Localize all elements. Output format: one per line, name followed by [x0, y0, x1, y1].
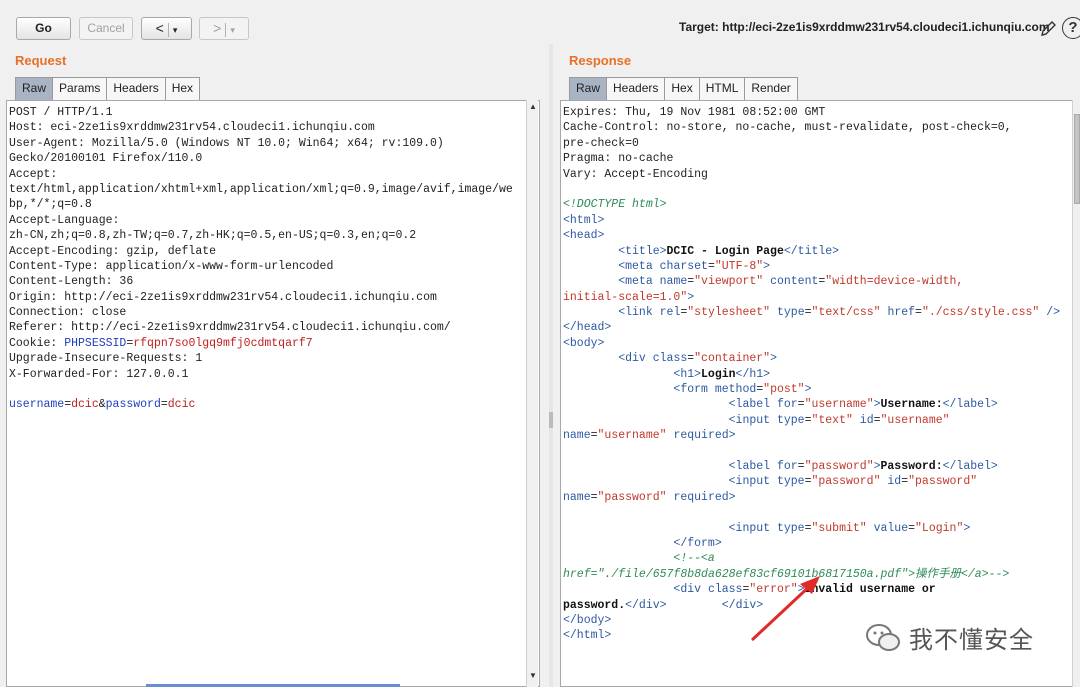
request-line: Accept-Encoding: gzip, deflate [9, 244, 217, 258]
tab-params[interactable]: Params [52, 77, 108, 100]
response-header-line: Vary: Accept-Encoding [563, 167, 708, 181]
request-line: Accept: [9, 167, 58, 181]
watermark-text: 我不懂安全 [909, 626, 1034, 654]
tab-render[interactable]: Render [744, 77, 798, 100]
tab-headers[interactable]: Headers [106, 77, 166, 100]
chevron-right-icon: > [213, 20, 222, 36]
cookie-name: PHPSESSID [64, 336, 127, 350]
tab-headers[interactable]: Headers [606, 77, 666, 100]
request-line: Host: eci-2ze1is9xrddmw231rv54.cloudeci1… [9, 121, 375, 135]
forward-button[interactable]: > ▾ [199, 17, 249, 40]
scroll-up-icon[interactable]: ▲ [528, 102, 538, 114]
request-line [9, 382, 539, 397]
scroll-thumb[interactable] [1074, 114, 1080, 204]
password-label-text: Password: [880, 459, 943, 473]
request-line: Accept-Language: [9, 213, 120, 227]
body-key-username: username [9, 398, 65, 412]
cookie-line: Cookie: PHPSESSID=rfqpn7so0lgq9mfj0cdmtq… [9, 336, 539, 351]
response-tabs: Raw Headers Hex HTML Render [569, 77, 798, 100]
chevron-down-icon: ▾ [172, 25, 178, 35]
annotation-arrow-icon [750, 576, 820, 642]
response-header-line: Expires: Thu, 19 Nov 1981 08:52:00 GMT [563, 106, 826, 119]
comment-link-text: 操作手册 [914, 567, 961, 581]
go-button[interactable]: Go [16, 17, 71, 40]
watermark: 我不懂安全 [865, 620, 1034, 655]
page-title-text: DCIC - Login Page [666, 244, 784, 258]
request-body: username=dcic&password=dcic [9, 398, 196, 412]
request-line: zh-CN,zh;q=0.8,zh-TW;q=0.7,zh-HK;q=0.5,e… [9, 229, 417, 243]
error-text-2: password. [563, 598, 626, 612]
tab-html[interactable]: HTML [698, 77, 746, 100]
tab-raw[interactable]: Raw [15, 77, 54, 100]
request-line: X-Forwarded-For: 127.0.0.1 [9, 367, 189, 381]
response-header-line: pre-check=0 [563, 136, 639, 150]
request-line: Gecko/20100101 Firefox/110.0 [9, 152, 203, 166]
request-line: POST / HTTP/1.1 [9, 106, 113, 119]
response-title: Response [569, 53, 632, 68]
tab-hex[interactable]: Hex [164, 77, 201, 100]
request-line: Content-Length: 36 [9, 275, 134, 289]
request-editor[interactable]: POST / HTTP/1.1 Host: eci-2ze1is9xrddmw2… [6, 100, 540, 687]
cookie-value: rfqpn7so0lgq9mfj0cdmtqarf7 [133, 336, 313, 350]
body-value-username: dcic [71, 398, 99, 412]
response-header-line: Cache-Control: no-store, no-cache, must-… [563, 121, 1012, 135]
cancel-button[interactable]: Cancel [79, 17, 133, 40]
back-button[interactable]: < ▾ [141, 17, 192, 40]
request-line: Content-Type: application/x-www-form-url… [9, 259, 334, 273]
request-line: Origin: http://eci-2ze1is9xrddmw231rv54.… [9, 290, 437, 304]
cookie-prefix: Cookie: [9, 336, 65, 350]
request-line: Upgrade-Insecure-Requests: 1 [9, 352, 203, 366]
help-icon[interactable]: ? [1062, 17, 1080, 39]
doctype-line: <!DOCTYPE html> [563, 198, 667, 212]
submit-value: Login [921, 521, 957, 535]
tab-hex[interactable]: Hex [664, 77, 700, 100]
h1-text: Login [701, 367, 736, 381]
chevron-down-icon: ▾ [230, 25, 235, 35]
response-scrollbar[interactable] [1072, 100, 1080, 687]
tab-raw[interactable]: Raw [569, 77, 608, 100]
request-tabs: Raw Params Headers Hex [15, 77, 201, 100]
body-value-password: dcic [167, 398, 196, 412]
body-key-password: password [105, 398, 161, 412]
target-label: Target: http://eci-2ze1is9xrddmw231rv54.… [679, 20, 1050, 34]
split-divider[interactable] [549, 44, 553, 687]
request-scrollbar[interactable]: ▲ ▼ [526, 100, 538, 687]
request-line: Connection: close [9, 306, 127, 320]
toolbar: Go Cancel < ▾ > ▾ Target: http://eci-2ze1i… [0, 0, 1080, 44]
request-line: bp,*/*;q=0.8 [9, 198, 92, 212]
request-line: text/html,application/xhtml+xml,applicat… [9, 182, 513, 196]
chevron-left-icon: < [155, 20, 164, 36]
body-amp: & [98, 398, 106, 412]
request-line: Referer: http://eci-2ze1is9xrddmw231rv54… [9, 321, 451, 335]
request-title: Request [15, 53, 67, 68]
wechat-icon [866, 623, 900, 651]
pencil-icon[interactable] [1039, 18, 1059, 38]
request-line: User-Agent: Mozilla/5.0 (Windows NT 10.0… [9, 136, 444, 150]
response-header-line: Pragma: no-cache [563, 152, 674, 166]
username-label-text: Username: [880, 398, 943, 412]
scroll-down-icon[interactable]: ▼ [528, 671, 538, 683]
